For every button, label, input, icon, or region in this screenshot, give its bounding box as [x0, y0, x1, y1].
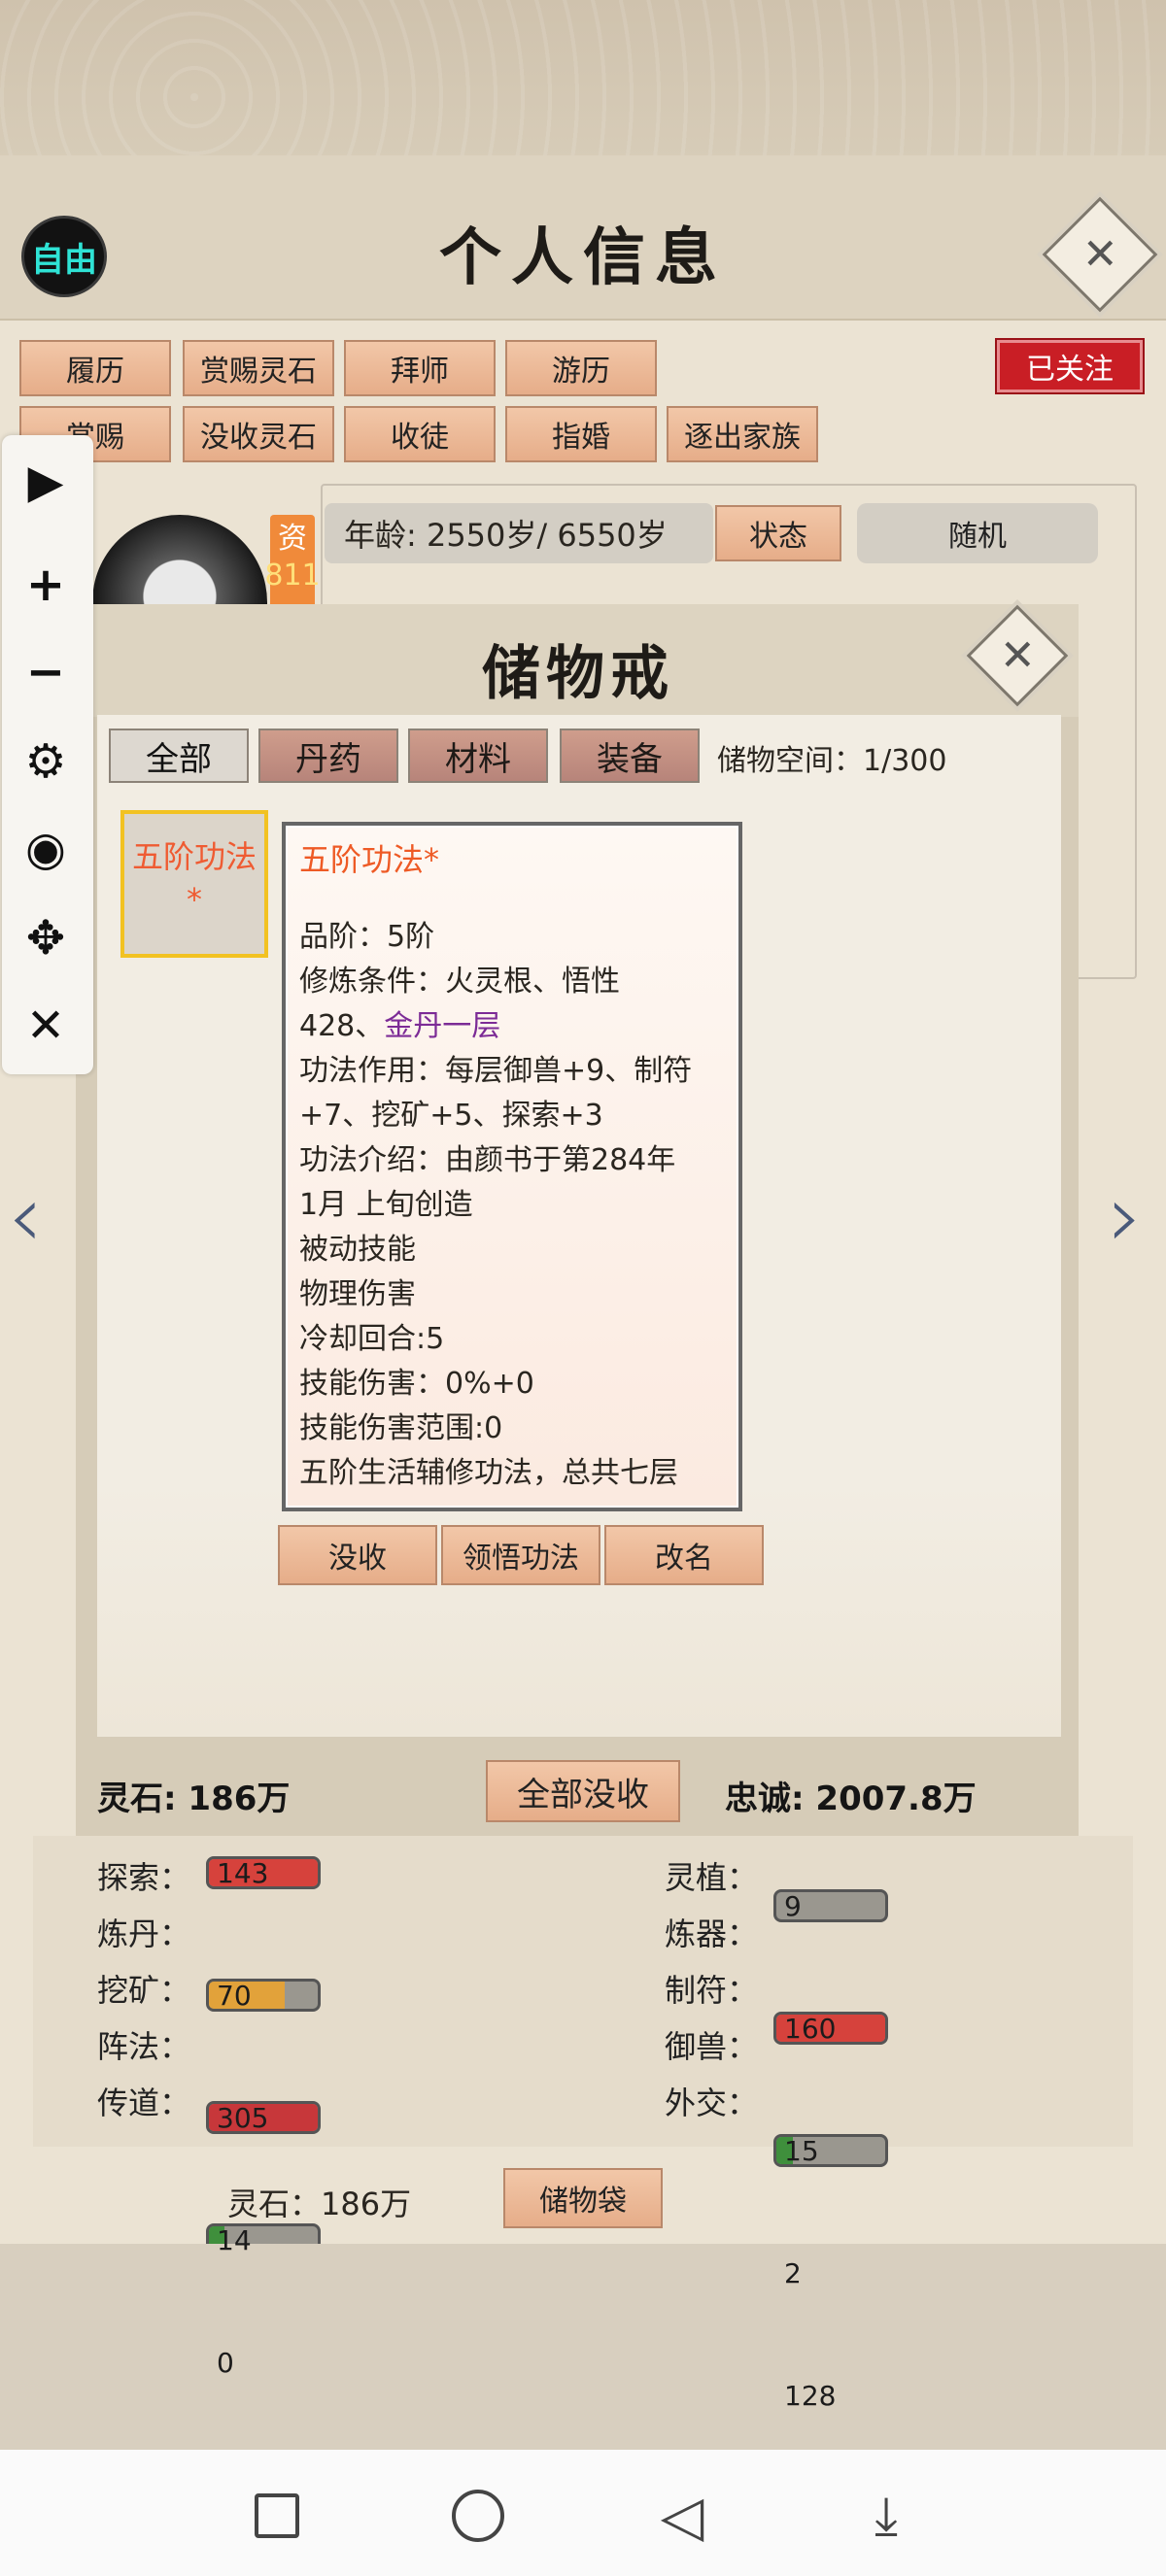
- stat-label: 制符：: [665, 1972, 759, 2009]
- comprehend-button[interactable]: 领悟功法: [441, 1525, 600, 1585]
- plus-icon[interactable]: +: [0, 546, 91, 624]
- tab-all[interactable]: 全部: [109, 729, 249, 783]
- stat-bar: 143: [206, 1856, 321, 1889]
- detail-line: 技能伤害范围:0: [299, 1411, 503, 1445]
- detail-line: 被动技能: [299, 1233, 416, 1267]
- stat-label: 御兽：: [665, 2028, 759, 2065]
- stat-value: 128: [784, 2379, 837, 2412]
- aptitude-label: 资: [278, 522, 307, 556]
- chevron-left-icon[interactable]: ‹: [8, 1166, 43, 1268]
- loyalty-value: 忠诚: 2007.8万: [725, 1779, 977, 1818]
- stat-bar: 160: [773, 2012, 888, 2045]
- stat-bar: 9: [773, 1889, 888, 1922]
- page-title: 个人信息: [439, 221, 727, 294]
- detail-line: 修炼条件：火灵根、悟性: [299, 965, 620, 999]
- condition-prefix: 428、: [299, 1009, 385, 1043]
- apprentice-button[interactable]: 拜师: [344, 340, 496, 396]
- free-mode-button[interactable]: 自由: [21, 216, 107, 297]
- take-disciple-button[interactable]: 收徒: [344, 406, 496, 462]
- play-icon[interactable]: ▶: [0, 443, 91, 521]
- stat-value: 14: [217, 2223, 252, 2256]
- stats-panel: [33, 1836, 1133, 2147]
- stat-label: 探索：: [97, 1859, 191, 1896]
- detail-line: 五阶生活辅修功法，总共七层: [299, 1456, 678, 1490]
- close-icon: ✕: [1081, 229, 1118, 279]
- tab-materials[interactable]: 材料: [408, 729, 548, 783]
- footer-stones: 灵石：186万: [227, 2186, 412, 2222]
- confiscate-all-button[interactable]: 全部没收: [486, 1760, 680, 1822]
- item-slot-mark: *: [187, 881, 202, 918]
- resume-button[interactable]: 履历: [19, 340, 171, 396]
- stat-bar: 70: [206, 1979, 321, 2012]
- detail-line: 品阶：5阶: [299, 920, 435, 954]
- expel-button[interactable]: 逐出家族: [667, 406, 818, 462]
- stat-bar: 305: [206, 2101, 321, 2134]
- stat-value: 15: [784, 2134, 819, 2167]
- close-icon[interactable]: ✕: [0, 987, 91, 1065]
- storage-space-text: 储物空间：1/300: [717, 744, 947, 778]
- footer-background: [0, 2244, 1166, 2450]
- detail-line-condition: 428、金丹一层: [299, 1004, 725, 1049]
- age-field: 年龄: 2550岁/ 6550岁: [325, 503, 713, 563]
- stat-label: 炼器：: [665, 1915, 759, 1952]
- stat-label: 炼丹：: [97, 1915, 191, 1952]
- storage-bag-button[interactable]: 储物袋: [503, 2168, 663, 2228]
- top-background: [0, 0, 1166, 160]
- stat-value: 143: [217, 1856, 269, 1889]
- followed-badge[interactable]: 已关注: [995, 338, 1145, 394]
- stat-label: 外交：: [665, 2085, 759, 2121]
- item-detail-title: 五阶功法*: [299, 841, 440, 878]
- system-nav-bar: [0, 2450, 1166, 2576]
- condition-highlight: 金丹一层: [384, 1009, 501, 1043]
- item-slot[interactable]: 五阶功法 *: [120, 810, 268, 958]
- ring-stones: 灵石: 186万: [97, 1779, 291, 1818]
- stat-value: 9: [784, 1889, 802, 1922]
- detail-line: 功法作用：每层御兽+9、制符: [299, 1054, 693, 1088]
- stat-label: 传道：: [97, 2085, 191, 2121]
- eye-icon[interactable]: ◉: [0, 810, 91, 888]
- travel-button[interactable]: 游历: [505, 340, 657, 396]
- dialog-title: 储物戒: [482, 640, 674, 708]
- arrange-marriage-button[interactable]: 指婚: [505, 406, 657, 462]
- stat-label: 灵植：: [665, 1859, 759, 1896]
- home-icon[interactable]: [439, 2477, 517, 2555]
- confiscate-stones-button[interactable]: 没收灵石: [183, 406, 334, 462]
- gear-icon[interactable]: ⚙: [0, 723, 91, 800]
- reward-stones-button[interactable]: 赏赐灵石: [183, 340, 334, 396]
- move-icon[interactable]: ✥: [0, 899, 91, 977]
- recent-apps-icon[interactable]: [238, 2477, 316, 2555]
- notification-pull-icon[interactable]: ⤓: [847, 2477, 925, 2555]
- minus-icon[interactable]: −: [0, 633, 91, 711]
- detail-line: 冷却回合:5: [299, 1322, 445, 1356]
- detail-line: 技能伤害：0%+0: [299, 1367, 534, 1401]
- stat-value: 0: [217, 2346, 234, 2379]
- item-slot-name: 五阶功法: [131, 838, 257, 875]
- item-detail-content: 五阶功法* 品阶：5阶 修炼条件：火灵根、悟性 428、金丹一层 功法作用：每层…: [288, 828, 737, 1506]
- detail-line: 物理伤害: [299, 1277, 416, 1311]
- stat-value: 70: [217, 1979, 252, 2012]
- aptitude-value: 811: [264, 559, 321, 593]
- stat-label: 阵法：: [97, 2028, 191, 2065]
- status-button[interactable]: 状态: [715, 505, 841, 561]
- stat-bar: 15: [773, 2134, 888, 2167]
- tab-equipment[interactable]: 装备: [560, 729, 700, 783]
- rename-button[interactable]: 改名: [604, 1525, 764, 1585]
- close-icon: ✕: [999, 630, 1036, 680]
- detail-line: 1月 上旬创造: [299, 1188, 473, 1222]
- tab-pills[interactable]: 丹药: [258, 729, 398, 783]
- stat-value: 2: [784, 2256, 802, 2289]
- detail-line: 功法介绍：由颜书于第284年: [299, 1143, 676, 1177]
- confiscate-button[interactable]: 没收: [278, 1525, 437, 1585]
- random-button[interactable]: 随机: [857, 503, 1098, 563]
- stat-value: 160: [784, 2012, 837, 2045]
- stat-value: 305: [217, 2101, 269, 2134]
- back-icon[interactable]: ◁: [643, 2477, 721, 2555]
- detail-line: +7、挖矿+5、探索+3: [299, 1099, 603, 1133]
- chevron-right-icon[interactable]: ›: [1108, 1166, 1143, 1268]
- stat-label: 挖矿：: [97, 1972, 191, 2009]
